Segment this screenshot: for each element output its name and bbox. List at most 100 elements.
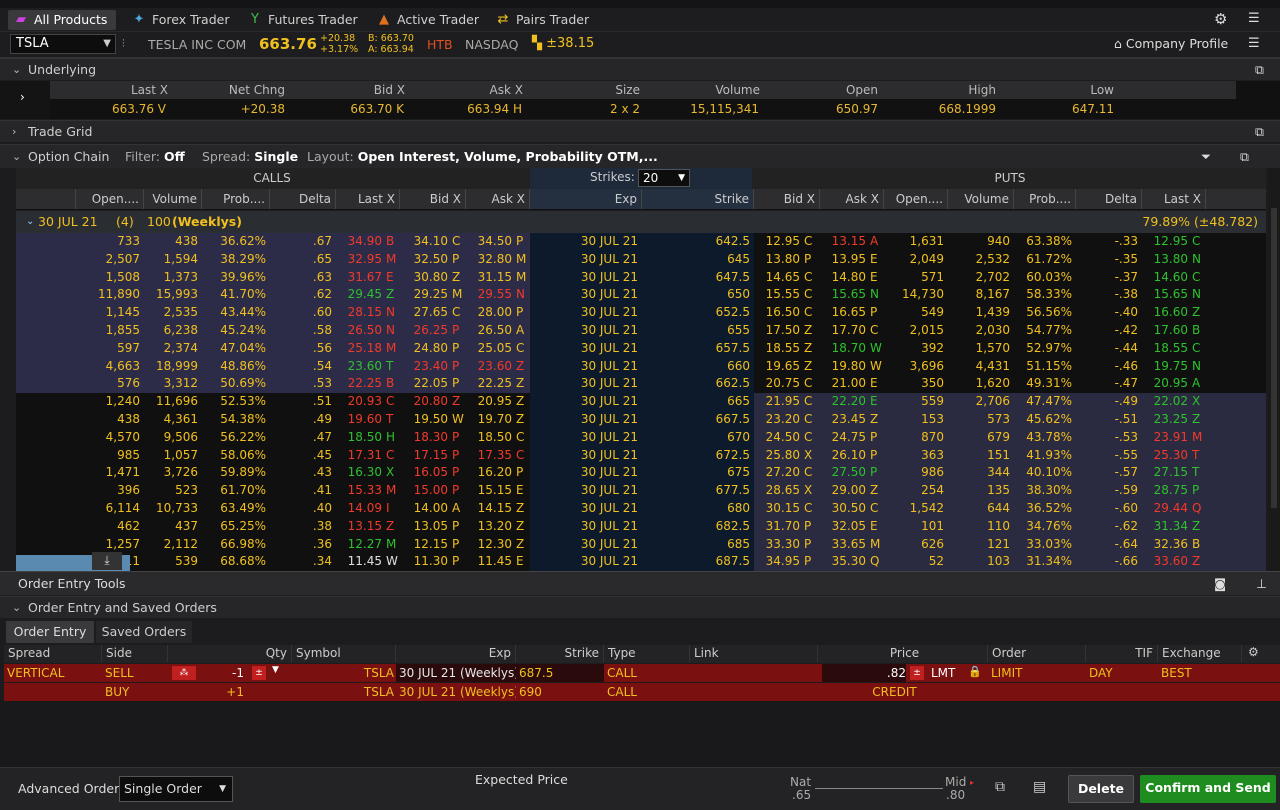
expiration[interactable]: 30 JUL 21 (530, 447, 638, 465)
put-delta[interactable]: -.59 (1076, 482, 1138, 500)
put-volume[interactable]: 151 (948, 447, 1010, 465)
put-volume[interactable]: 2,532 (948, 251, 1010, 269)
put-ask[interactable]: 16.65 (820, 304, 866, 322)
call-open-interest[interactable]: 1,145 (76, 304, 140, 322)
put-ask[interactable]: 18.70 (820, 340, 866, 358)
call-bid[interactable]: 29.25 (400, 286, 448, 304)
call-ask[interactable]: 17.35 (466, 447, 512, 465)
call-delta[interactable]: .63 (270, 269, 332, 287)
put-bid[interactable]: 23.20 (754, 411, 800, 429)
put-open-interest[interactable]: 2,049 (884, 251, 944, 269)
call-delta[interactable]: .41 (270, 482, 332, 500)
tab-active-trader[interactable]: ▲ Active Trader (371, 10, 481, 30)
call-last[interactable]: 13.15 (336, 518, 382, 536)
strike[interactable]: 675 (642, 464, 750, 482)
tab-pairs-trader[interactable]: ⇄ Pairs Trader (490, 10, 598, 30)
put-last[interactable]: 19.75 (1142, 358, 1188, 376)
expiration[interactable]: 30 JUL 21 (530, 251, 638, 269)
put-open-interest[interactable]: 2,015 (884, 322, 944, 340)
collapse-icon[interactable]: ⏷ (1201, 146, 1211, 167)
strike[interactable]: 677.5 (642, 482, 750, 500)
call-delta[interactable]: .34 (270, 553, 332, 571)
call-prob-otm[interactable]: 39.96% (202, 269, 266, 287)
call-bid[interactable]: 26.25 (400, 322, 448, 340)
call-last[interactable]: 22.25 (336, 375, 382, 393)
call-ask[interactable]: 11.45 (466, 553, 512, 571)
price-stepper-icon[interactable]: ± (910, 666, 924, 680)
call-last[interactable]: 26.50 (336, 322, 382, 340)
put-prob-otm[interactable]: 34.76% (1014, 518, 1072, 536)
call-volume[interactable]: 3,726 (144, 464, 198, 482)
expiration[interactable]: 30 JUL 21 (530, 322, 638, 340)
menu-icon-2[interactable]: ☰ (1248, 36, 1260, 51)
put-delta[interactable]: -.33 (1076, 233, 1138, 251)
put-volume[interactable]: 644 (948, 500, 1010, 518)
call-bid[interactable]: 11.30 (400, 553, 448, 571)
chain-row[interactable]: 4,663 18,999 48.86% .54 23.60 T 23.40 P 23.60 Z 30… (16, 357, 1266, 376)
put-prob-otm[interactable]: 43.78% (1014, 429, 1072, 447)
call-delta[interactable]: .67 (270, 233, 332, 251)
call-bid[interactable]: 15.00 (400, 482, 448, 500)
put-open-interest[interactable]: 3,696 (884, 358, 944, 376)
expiration[interactable]: 30 JUL 21 (530, 375, 638, 393)
chain-row[interactable]: 597 2,374 47.04% .56 25.18 M 24.80 P 25.05 C 30 JU… (16, 339, 1266, 358)
put-prob-otm[interactable]: 58.33% (1014, 286, 1072, 304)
strike[interactable]: 652.5 (642, 304, 750, 322)
call-bid[interactable]: 34.10 (400, 233, 448, 251)
call-bid[interactable]: 22.05 (400, 375, 448, 393)
put-open-interest[interactable]: 571 (884, 269, 944, 287)
call-open-interest[interactable]: 597 (76, 340, 140, 358)
call-last[interactable]: 23.60 (336, 358, 382, 376)
strike[interactable]: 657.5 (642, 340, 750, 358)
chain-row[interactable]: 11,890 15,993 41.70% .62 29.45 Z 29.25 M 29.55 N 3… (16, 286, 1266, 305)
put-delta[interactable]: -.47 (1076, 375, 1138, 393)
put-prob-otm[interactable]: 51.15% (1014, 358, 1072, 376)
put-open-interest[interactable]: 363 (884, 447, 944, 465)
put-volume[interactable]: 2,702 (948, 269, 1010, 287)
call-open-interest[interactable]: 6,114 (76, 500, 140, 518)
put-prob-otm[interactable]: 47.47% (1014, 393, 1072, 411)
call-prob-otm[interactable]: 36.62% (202, 233, 266, 251)
chain-row[interactable]: 1,257 2,112 66.98% .36 12.27 M 12.15 P 12.30 Z 30 … (16, 535, 1266, 554)
call-bid[interactable]: 13.05 (400, 518, 448, 536)
put-delta[interactable]: -.66 (1076, 553, 1138, 571)
call-volume[interactable]: 4,361 (144, 411, 198, 429)
call-volume[interactable]: 1,594 (144, 251, 198, 269)
call-prob-otm[interactable]: 66.98% (202, 536, 266, 554)
call-ask[interactable]: 13.20 (466, 518, 512, 536)
chain-row[interactable]: 1,145 2,535 43.44% .60 28.15 N 27.65 C 28.00 P 30 … (16, 304, 1266, 322)
call-ask[interactable]: 28.00 (466, 304, 512, 322)
put-delta[interactable]: -.64 (1076, 536, 1138, 554)
call-open-interest[interactable]: 1,855 (76, 322, 140, 340)
chain-row[interactable]: 985 1,057 58.06% .45 17.31 C 17.15 P 17.35 C 30 JU… (16, 446, 1266, 465)
put-delta[interactable]: -.38 (1076, 286, 1138, 304)
put-open-interest[interactable]: 392 (884, 340, 944, 358)
call-last[interactable]: 31.67 (336, 269, 382, 287)
put-bid[interactable]: 27.20 (754, 464, 800, 482)
put-open-interest[interactable]: 1,631 (884, 233, 944, 251)
strike[interactable]: 642.5 (642, 233, 750, 251)
popout-icon[interactable]: ⧉ (1255, 121, 1264, 142)
put-prob-otm[interactable]: 41.93% (1014, 447, 1072, 465)
strike[interactable]: 685 (642, 536, 750, 554)
put-delta[interactable]: -.62 (1076, 518, 1138, 536)
chain-row[interactable]: 576 3,312 50.69% .53 22.25 B 22.05 P 22.25 Z 30 JU… (16, 375, 1266, 394)
put-bid[interactable]: 14.65 (754, 269, 800, 287)
put-volume[interactable]: 679 (948, 429, 1010, 447)
call-volume[interactable]: 15,993 (144, 286, 198, 304)
strike[interactable]: 672.5 (642, 447, 750, 465)
put-ask[interactable]: 29.00 (820, 482, 866, 500)
chain-row[interactable]: 1,508 1,373 39.96% .63 31.67 E 30.80 Z 31.15 M 30 … (16, 268, 1266, 287)
call-last[interactable]: 29.45 (336, 286, 382, 304)
strike[interactable]: 665 (642, 393, 750, 411)
put-prob-otm[interactable]: 45.62% (1014, 411, 1072, 429)
put-open-interest[interactable]: 1,542 (884, 500, 944, 518)
call-bid[interactable]: 32.50 (400, 251, 448, 269)
put-bid[interactable]: 16.50 (754, 304, 800, 322)
expiration[interactable]: 30 JUL 21 (530, 553, 638, 571)
put-volume[interactable]: 573 (948, 411, 1010, 429)
put-open-interest[interactable]: 52 (884, 553, 944, 571)
put-ask[interactable]: 30.50 (820, 500, 866, 518)
put-volume[interactable]: 121 (948, 536, 1010, 554)
call-ask[interactable]: 23.60 (466, 358, 512, 376)
